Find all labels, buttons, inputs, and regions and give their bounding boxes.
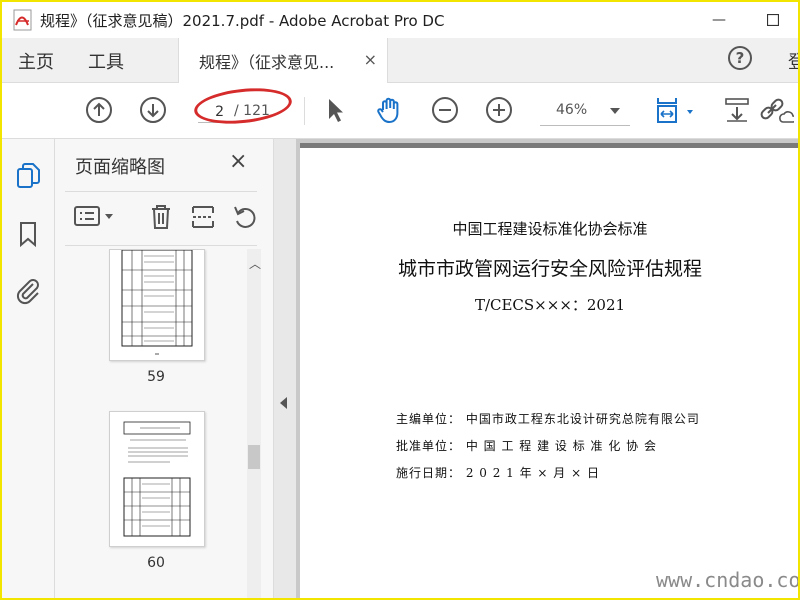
toolbar-divider — [304, 97, 305, 125]
share-link-icon[interactable] — [758, 95, 794, 125]
panel-close-icon[interactable]: × — [229, 149, 247, 174]
panel-title: 页面缩略图 — [75, 157, 165, 178]
zoom-out-icon[interactable] — [430, 95, 460, 125]
scroll-mode-icon[interactable] — [722, 95, 752, 125]
left-navigation-rail — [2, 139, 55, 598]
scrollbar-thumb[interactable] — [248, 445, 260, 469]
maximize-icon — [767, 14, 779, 26]
effective-date-line: 施行日期： 2 0 2 1 年 × 月 × 日 — [396, 466, 600, 480]
panel-divider — [65, 245, 257, 246]
thumbnail-scrollbar[interactable]: ︿ — [247, 249, 261, 598]
menu-tab-bar: 主页 工具 规程》（征求意见... × ? 登 — [2, 38, 800, 83]
site-watermark: www.cndao.com — [656, 568, 800, 592]
page-thumbnails-panel: 页面缩略图 × 59 60 ︿ — [55, 139, 274, 598]
thumbnail-page-number: 59 — [147, 369, 165, 385]
thumbnail-page-content — [123, 421, 191, 537]
thumbnail-list: 59 60 — [55, 249, 255, 598]
minimize-icon: — — [712, 12, 726, 28]
rotate-page-icon[interactable] — [231, 203, 259, 231]
document-page: 中国工程建设标准化协会标准 城市市政管网运行安全风险评估规程 T/CECS×××… — [300, 143, 800, 608]
page-thumbnail[interactable] — [109, 249, 205, 361]
collapse-panel-icon[interactable] — [280, 397, 287, 409]
acrobat-app-icon[interactable] — [12, 9, 34, 31]
page-thumbnails-icon[interactable] — [13, 161, 43, 191]
page-thumbnail[interactable] — [109, 411, 205, 547]
document-tab-close-icon[interactable]: × — [364, 50, 377, 69]
thumbnail-table-content — [121, 249, 193, 355]
document-view[interactable]: 中国工程建设标准化协会标准 城市市政管网运行安全风险评估规程 T/CECS×××… — [296, 139, 800, 608]
previous-page-icon[interactable] — [84, 95, 114, 125]
minimize-button[interactable]: — — [696, 2, 742, 38]
approval-unit-line: 批准单位： 中 国 工 程 建 设 标 准 化 协 会 — [396, 439, 657, 453]
select-cursor-icon[interactable] — [320, 95, 350, 125]
standard-code: T/CECS×××：2021 — [474, 296, 626, 314]
next-page-icon[interactable] — [138, 95, 168, 125]
maximize-button[interactable] — [750, 2, 796, 38]
panel-divider — [65, 191, 257, 192]
home-tab[interactable]: 主页 — [18, 48, 54, 74]
insert-page-icon[interactable] — [189, 203, 217, 231]
chevron-down-icon — [610, 108, 620, 114]
zoom-level-value: 46% — [556, 102, 588, 118]
fit-page-icon[interactable] — [652, 95, 700, 125]
main-toolbar: / 121 46% — [2, 83, 798, 139]
thumbnail-options-icon[interactable] — [73, 203, 119, 231]
hand-tool-icon[interactable] — [374, 95, 404, 125]
tools-tab[interactable]: 工具 — [88, 48, 124, 74]
attachment-icon[interactable] — [13, 275, 43, 305]
sign-in-link[interactable]: 登 — [788, 48, 800, 74]
panel-collapse-strip[interactable] — [274, 139, 296, 598]
title-bar: 规程》（征求意见稿）2021.7.pdf - Adobe Acrobat Pro… — [2, 2, 798, 38]
standard-org-line: 中国工程建设标准化协会标准 — [452, 220, 648, 238]
bookmark-icon[interactable] — [13, 219, 43, 249]
window-title: 规程》（征求意见稿）2021.7.pdf - Adobe Acrobat Pro… — [40, 11, 445, 30]
zoom-in-icon[interactable] — [484, 95, 514, 125]
scroll-up-icon[interactable]: ︿ — [249, 255, 261, 272]
delete-page-icon[interactable] — [147, 203, 175, 231]
document-tab[interactable]: 规程》（征求意见... × — [178, 38, 388, 83]
document-title: 城市市政管网运行安全风险评估规程 — [397, 258, 702, 280]
document-tab-label: 规程》（征求意见... — [199, 52, 335, 72]
help-icon[interactable]: ? — [728, 46, 752, 70]
zoom-level-dropdown[interactable]: 46% — [540, 99, 630, 126]
chief-editor-line: 主编单位： 中国市政工程东北设计研究总院有限公司 — [396, 412, 700, 426]
thumbnail-page-number: 60 — [147, 555, 165, 571]
